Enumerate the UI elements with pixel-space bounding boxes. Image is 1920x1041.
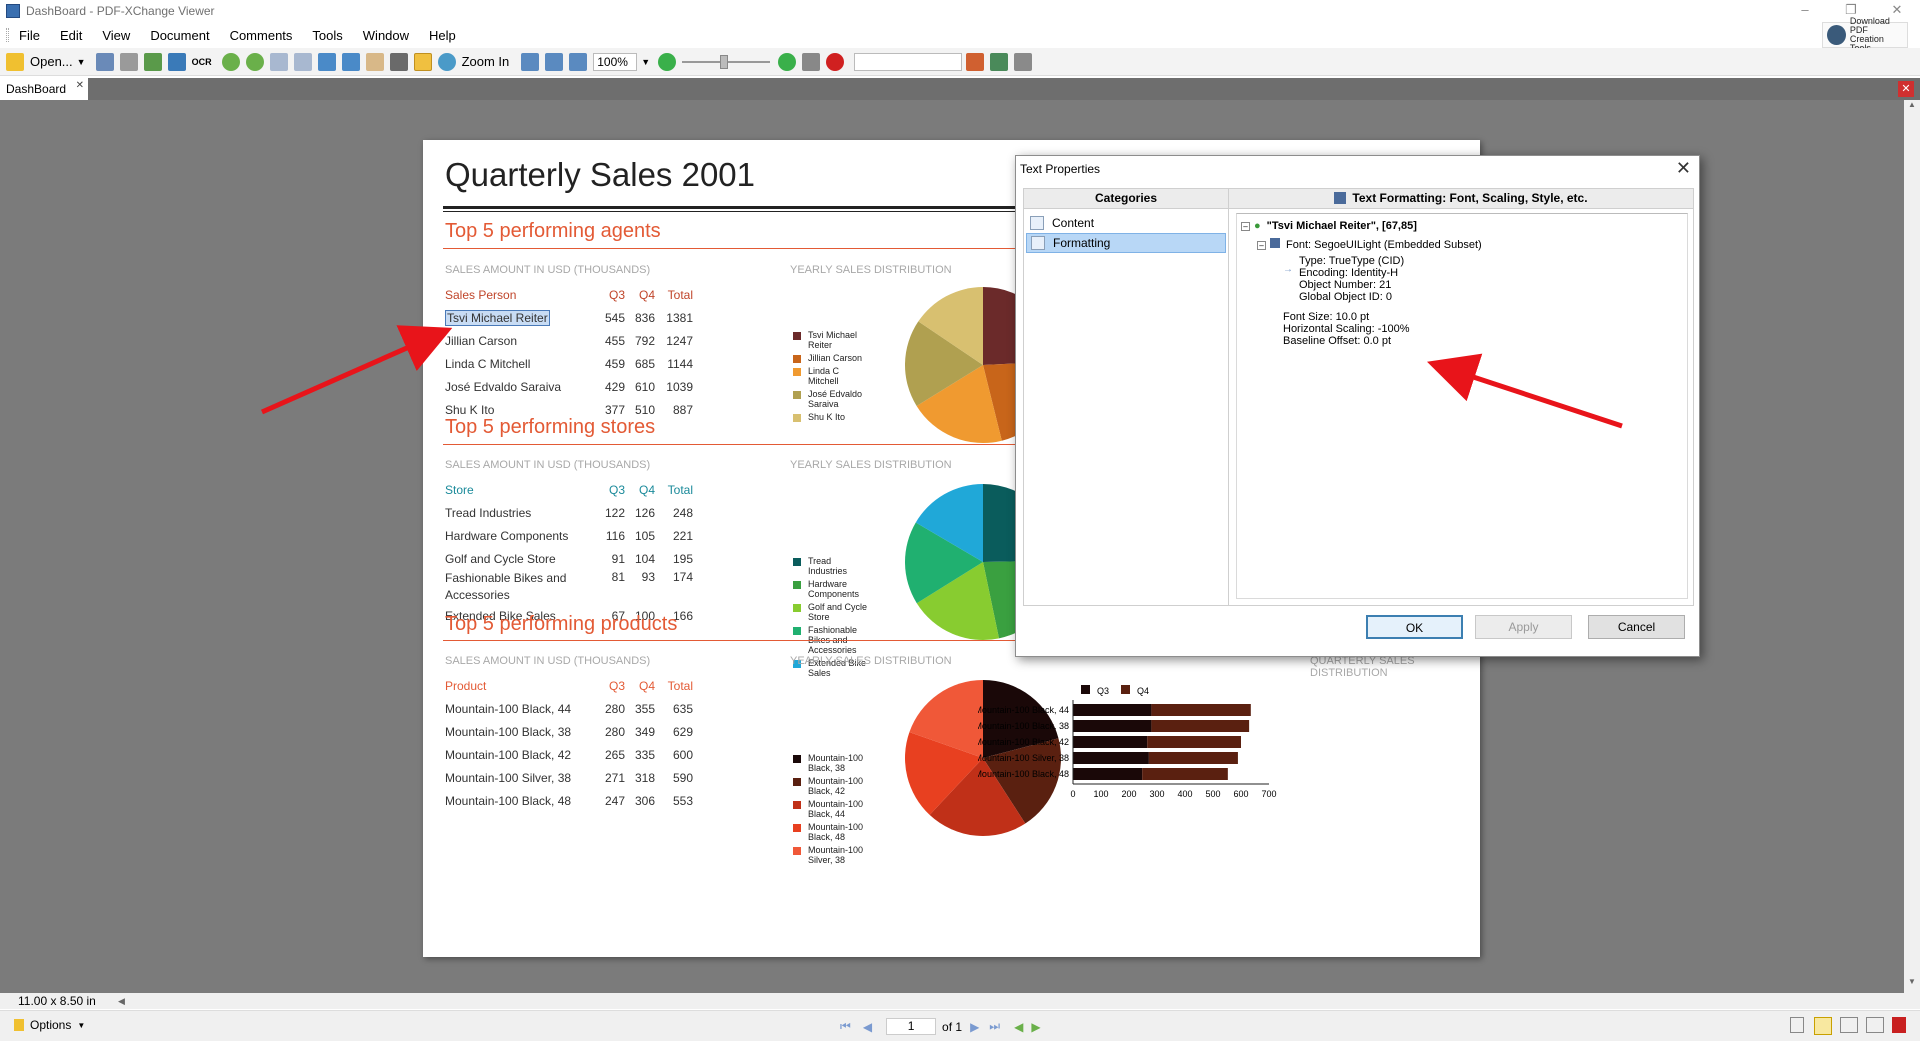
menu-grip bbox=[6, 28, 9, 42]
annotation-arrows bbox=[260, 325, 1623, 429]
page-total: of 1 bbox=[942, 1019, 963, 1034]
find-icon[interactable] bbox=[966, 52, 985, 71]
redo-icon[interactable] bbox=[293, 52, 312, 71]
open-icon[interactable] bbox=[6, 52, 24, 71]
document-viewport[interactable]: Quarterly Sales 2001 Top 5 performing ag… bbox=[0, 100, 1904, 993]
page-navigation: ⏮ ◀ 1 of 1 ▶ ⏭ ◀ ▶ bbox=[840, 1018, 1041, 1035]
view-mode-buttons bbox=[1790, 1017, 1906, 1035]
download-tools-button[interactable]: Download PDFCreation Tools bbox=[1822, 17, 1908, 53]
page-size-readout: 11.00 x 8.50 in bbox=[18, 994, 96, 1008]
zoom-out-icon[interactable] bbox=[658, 52, 677, 71]
menu-file[interactable]: File bbox=[19, 28, 40, 43]
arrow-to-horizontal-scaling bbox=[1427, 353, 1623, 429]
spell-check-icon[interactable] bbox=[826, 52, 845, 71]
last-page-icon[interactable]: ⏭ bbox=[989, 1019, 1000, 1034]
continuous-icon[interactable] bbox=[1814, 1017, 1832, 1035]
scroll-up-icon[interactable]: ▲ bbox=[1904, 100, 1920, 116]
view-options-icon[interactable] bbox=[802, 52, 821, 71]
fit-width-icon[interactable] bbox=[569, 52, 588, 71]
download-icon bbox=[1827, 25, 1846, 45]
select-text-icon[interactable] bbox=[413, 52, 432, 71]
window-title: DashBoard - PDF-XChange Viewer bbox=[26, 4, 215, 18]
prev-page-icon[interactable]: ◀ bbox=[863, 1020, 872, 1034]
open-button[interactable]: Open... bbox=[30, 51, 73, 73]
zoom-plus-icon[interactable] bbox=[778, 52, 797, 71]
zoom-slider[interactable] bbox=[682, 54, 771, 69]
undo-icon[interactable] bbox=[269, 52, 288, 71]
print-icon[interactable] bbox=[119, 52, 138, 71]
forward-view-icon[interactable]: ▶ bbox=[1031, 1020, 1040, 1034]
tab-close-icon[interactable]: ✕ bbox=[76, 80, 84, 91]
zoom-dropdown-icon[interactable]: ▼ bbox=[641, 51, 650, 73]
toolbar: Open... ▼ OCR Zoom In 100% ▼ bbox=[0, 48, 1920, 76]
rotate-right-icon[interactable] bbox=[341, 52, 360, 71]
options-button[interactable]: Options ▼ bbox=[14, 1018, 85, 1032]
tab-dashboard[interactable]: DashBoard ✕ bbox=[0, 78, 88, 100]
menu-window[interactable]: Window bbox=[363, 28, 409, 43]
scroll-left-icon[interactable]: ◀ bbox=[118, 996, 125, 1007]
zoom-in-button[interactable]: Zoom In bbox=[462, 51, 510, 73]
menu-tools[interactable]: Tools bbox=[312, 28, 342, 43]
menu-view[interactable]: View bbox=[102, 28, 130, 43]
acrobat-icon[interactable] bbox=[1892, 1017, 1906, 1033]
facing-icon[interactable] bbox=[1840, 1017, 1858, 1033]
menu-edit[interactable]: Edit bbox=[60, 28, 82, 43]
find-next-icon[interactable] bbox=[990, 52, 1009, 71]
scroll-down-icon[interactable]: ▼ bbox=[1904, 977, 1920, 993]
horizontal-scrollbar[interactable]: 11.00 x 8.50 in ◀ bbox=[0, 993, 1920, 1009]
next-page-icon[interactable]: ▶ bbox=[970, 1020, 979, 1034]
continuous-facing-icon[interactable] bbox=[1866, 1017, 1884, 1033]
tab-label: DashBoard bbox=[6, 82, 67, 96]
flag-icon bbox=[14, 1019, 24, 1031]
back-icon[interactable] bbox=[221, 52, 240, 71]
minimize-button[interactable]: – bbox=[1782, 0, 1828, 22]
scan-icon[interactable] bbox=[167, 52, 186, 71]
email-icon[interactable] bbox=[143, 52, 162, 71]
menu-help[interactable]: Help bbox=[429, 28, 456, 43]
arrow-to-selected-text bbox=[260, 325, 453, 415]
save-icon[interactable] bbox=[95, 52, 114, 71]
menu-comments[interactable]: Comments bbox=[230, 28, 293, 43]
search-input[interactable] bbox=[854, 52, 963, 71]
first-page-icon[interactable]: ⏮ bbox=[840, 1019, 851, 1034]
settings-icon[interactable] bbox=[1014, 52, 1033, 71]
fit-page-icon[interactable] bbox=[545, 52, 564, 71]
snapshot-icon[interactable] bbox=[389, 52, 408, 71]
hand-tool-icon[interactable] bbox=[365, 52, 384, 71]
options-label: Options bbox=[30, 1018, 72, 1032]
chevron-down-icon: ▼ bbox=[77, 1020, 86, 1030]
actual-size-icon[interactable] bbox=[521, 52, 540, 71]
ocr-button[interactable]: OCR bbox=[192, 51, 212, 73]
app-icon bbox=[6, 4, 20, 18]
forward-icon[interactable] bbox=[245, 52, 264, 71]
page-number-input[interactable]: 1 bbox=[886, 1018, 937, 1035]
menu-bar: File Edit View Document Comments Tools W… bbox=[0, 24, 1920, 46]
vertical-scrollbar[interactable]: ▲ ▼ bbox=[1904, 100, 1920, 993]
rotate-left-icon[interactable] bbox=[317, 52, 336, 71]
download-label-1: Download PDF bbox=[1849, 16, 1890, 35]
back-view-icon[interactable]: ◀ bbox=[1014, 1020, 1023, 1034]
chevron-down-icon[interactable]: ▼ bbox=[77, 51, 86, 73]
zoom-level-field[interactable]: 100% bbox=[593, 52, 638, 71]
zoom-in-icon[interactable] bbox=[437, 52, 456, 71]
tab-strip: DashBoard ✕ ✕ bbox=[0, 78, 1920, 100]
status-bar: Options ▼ ⏮ ◀ 1 of 1 ▶ ⏭ ◀ ▶ bbox=[0, 1010, 1920, 1041]
menu-document[interactable]: Document bbox=[150, 28, 209, 43]
single-page-icon[interactable] bbox=[1790, 1017, 1804, 1033]
close-document-icon[interactable]: ✕ bbox=[1898, 81, 1914, 97]
title-bar: DashBoard - PDF-XChange Viewer – ❐ ✕ bbox=[0, 0, 1920, 22]
